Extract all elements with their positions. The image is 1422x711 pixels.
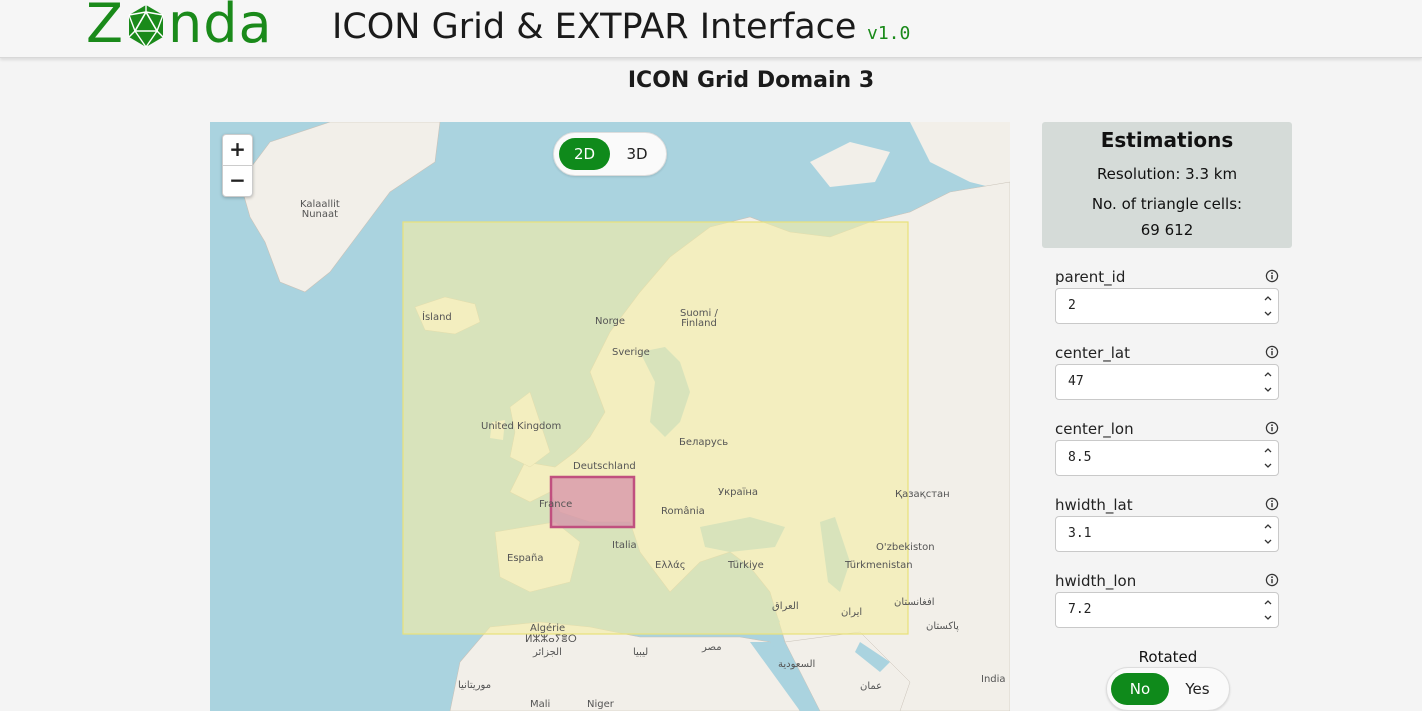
app-header: Z nda ICON Grid & EXTPAR Interface v1.0 xyxy=(0,0,1422,58)
app-title: ICON Grid & EXTPAR Interface xyxy=(332,7,857,47)
map-label-algeria-ar: الجزائر xyxy=(533,647,562,658)
map-label-iran: ایران xyxy=(841,607,863,618)
center-lat-input[interactable]: 47 xyxy=(1055,364,1279,400)
rotated-no-button[interactable]: No xyxy=(1111,673,1169,705)
resolution-text: Resolution: 3.3 km xyxy=(1096,165,1238,183)
map-label-greece: Ελλάς xyxy=(655,560,686,571)
center-lat-label: center_lat xyxy=(1055,344,1130,362)
map-label-finland-text: Suomi / Finland xyxy=(680,308,718,329)
map-label-spain: España xyxy=(507,553,544,564)
parent-id-input[interactable]: 2 xyxy=(1055,288,1279,324)
map-label-france: France xyxy=(539,499,573,510)
view-2d-button[interactable]: 2D xyxy=(559,138,610,170)
center-lat-value: 47 xyxy=(1068,374,1084,389)
rotated-yes-button[interactable]: Yes xyxy=(1170,673,1225,705)
rotated-toggle: No Yes xyxy=(1106,667,1230,711)
map-label-sweden: Sverige xyxy=(612,347,650,358)
info-icon[interactable] xyxy=(1265,573,1279,587)
map-label-mali: Mali xyxy=(530,699,551,710)
hwidth-lon-input[interactable]: 7.2 xyxy=(1055,592,1279,628)
center-lon-input[interactable]: 8.5 xyxy=(1055,440,1279,476)
zonda-logo[interactable]: Z nda xyxy=(86,0,273,54)
hwidth-lat-label: hwidth_lat xyxy=(1055,496,1133,514)
icosahedron-icon xyxy=(128,5,164,48)
map-label-pakistan: پاکستان xyxy=(926,621,959,632)
map-label-mauritania: موريتانيا xyxy=(458,680,492,691)
map-label-kazakhstan: Қазақстан xyxy=(895,489,950,500)
hwidth-lon-label: hwidth_lon xyxy=(1055,572,1137,590)
map-label-germany: Deutschland xyxy=(573,461,636,472)
info-icon[interactable] xyxy=(1265,345,1279,359)
estimations-panel: Estimations Resolution: 3.3 km No. of tr… xyxy=(1042,122,1292,248)
map-label-finland: Suomi / Finland xyxy=(680,309,718,329)
map-label-belarus: Беларусь xyxy=(679,437,729,448)
map-label-algeria: Algérie xyxy=(530,623,566,634)
map-label-greenland: Kalaallit Nunaat xyxy=(300,200,340,220)
center-lon-value: 8.5 xyxy=(1068,450,1092,465)
map-label-uzbekistan: O'zbekiston xyxy=(876,542,935,553)
zoom-out-button[interactable]: − xyxy=(223,165,252,196)
map-label-india: India xyxy=(981,674,1006,685)
parent-domain-box xyxy=(402,221,909,635)
zoom-in-button[interactable]: + xyxy=(223,135,252,165)
map-label-uk: United Kingdom xyxy=(481,421,562,432)
estimations-title: Estimations xyxy=(1100,128,1234,152)
parent-id-value: 2 xyxy=(1068,298,1076,313)
view-3d-button[interactable]: 3D xyxy=(612,138,662,170)
map-view[interactable]: Kalaallit Nunaat Ísland Norge Suomi / Fi… xyxy=(210,122,1010,711)
logo-letters-nda: nda xyxy=(168,0,273,55)
map-label-saudi: السعودية xyxy=(778,659,816,670)
map-label-oman: عمان xyxy=(860,681,883,692)
spinner-arrows-icon[interactable] xyxy=(1262,368,1274,396)
spinner-arrows-icon[interactable] xyxy=(1262,520,1274,548)
map-label-romania: România xyxy=(661,506,705,517)
view-mode-toggle: 2D 3D xyxy=(553,132,667,176)
page-title-wrap: ICON Grid Domain 3 xyxy=(0,68,1422,93)
version-badge: v1.0 xyxy=(867,23,911,44)
map-label-italy: Italia xyxy=(612,540,637,551)
page-title: ICON Grid Domain 3 xyxy=(627,68,875,93)
map-label-turkmenistan: Türkmenistan xyxy=(845,560,913,571)
cells-label: No. of triangle cells: xyxy=(1091,195,1243,213)
rotated-label: Rotated xyxy=(1138,648,1198,666)
cells-value: 69 612 xyxy=(1140,221,1194,239)
map-label-iceland: Ísland xyxy=(422,312,452,323)
hwidth-lon-value: 7.2 xyxy=(1068,602,1092,617)
hwidth-lat-value: 3.1 xyxy=(1068,526,1092,541)
info-icon[interactable] xyxy=(1265,497,1279,511)
center-lon-label: center_lon xyxy=(1055,420,1134,438)
map-label-norway: Norge xyxy=(595,316,626,327)
parent-id-label: parent_id xyxy=(1055,268,1126,286)
hwidth-lat-input[interactable]: 3.1 xyxy=(1055,516,1279,552)
map-label-niger: Niger xyxy=(587,699,614,710)
info-icon[interactable] xyxy=(1265,421,1279,435)
map-label-iraq: العراق xyxy=(772,601,799,612)
map-label-algeria-tifinagh: ⵍⵣⵣⴰⵢⴻⵔ xyxy=(525,634,577,645)
spinner-arrows-icon[interactable] xyxy=(1262,292,1274,320)
map-label-ukraine: Україна xyxy=(718,487,759,498)
map-label-afghanistan: افغانستان xyxy=(894,597,935,608)
map-label-greenland-text: Kalaallit Nunaat xyxy=(300,199,340,220)
zoom-control: + − xyxy=(222,134,253,197)
map-label-libya: ليبيا xyxy=(633,647,649,658)
info-icon[interactable] xyxy=(1265,269,1279,283)
spinner-arrows-icon[interactable] xyxy=(1262,596,1274,624)
spinner-arrows-icon[interactable] xyxy=(1262,444,1274,472)
map-label-turkey: Türkiye xyxy=(728,560,764,571)
map-label-egypt: مصر xyxy=(702,642,722,653)
logo-letter-z: Z xyxy=(86,0,124,55)
